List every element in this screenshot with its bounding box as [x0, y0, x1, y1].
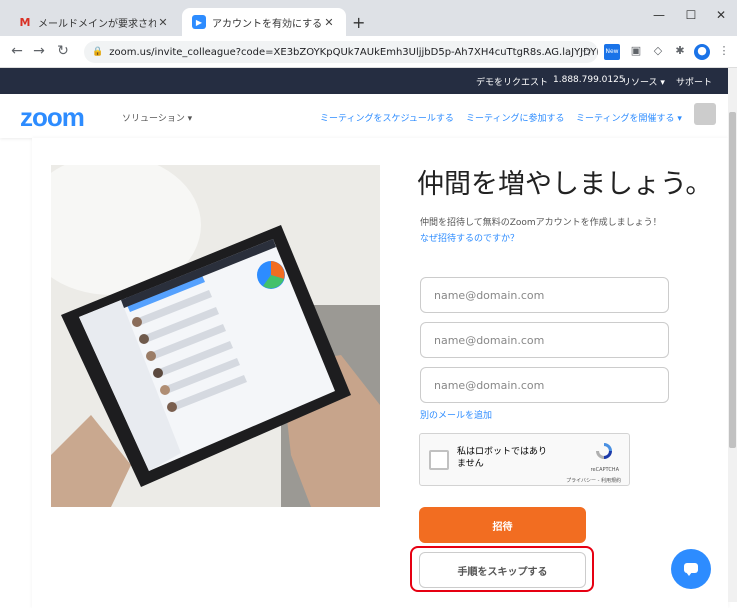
zoom-logo[interactable]: zoom [20, 102, 85, 133]
browser-tab-strip: M メールドメインが要求されました - ✕ ▶ アカウントを有効にする - Zo… [0, 0, 737, 36]
recaptcha-widget: 私はロボットではありません reCAPTCHA プライバシー - 利用規約 [419, 433, 630, 486]
page-scrollbar[interactable] [728, 68, 737, 602]
request-demo-link[interactable]: デモをリクエスト [476, 75, 548, 88]
close-icon[interactable]: ✕ [156, 16, 170, 29]
host-meeting-menu[interactable]: ミーティングを開催する ▾ [576, 111, 682, 124]
tab-zoom[interactable]: ▶ アカウントを有効にする - Zoom ✕ [182, 8, 346, 36]
maximize-icon[interactable]: ☐ [676, 8, 706, 22]
extension-icon[interactable]: ◇ [650, 44, 666, 60]
lock-icon: 🔒 [92, 47, 104, 57]
reload-icon[interactable]: ↻ [54, 43, 72, 59]
zoom-top-bar: デモをリクエスト 1.888.799.0125 リソース ▾ サポート [0, 68, 728, 94]
resources-menu[interactable]: リソース ▾ [622, 75, 665, 88]
scrollbar-thumb[interactable] [729, 112, 736, 448]
skip-step-button[interactable]: 手順をスキップする [419, 552, 586, 588]
minimize-icon[interactable]: — [644, 8, 674, 22]
email-field-2[interactable]: name@domain.com [420, 322, 669, 358]
new-tab-icon[interactable]: + [352, 13, 365, 32]
avatar[interactable] [694, 103, 716, 125]
email-field-3[interactable]: name@domain.com [420, 367, 669, 403]
zoom-icon: ▶ [192, 15, 206, 29]
chat-button[interactable] [671, 549, 711, 589]
close-icon[interactable]: ✕ [322, 16, 336, 29]
cast-icon[interactable]: ▣ [628, 44, 644, 60]
recaptcha-privacy[interactable]: プライバシー - 利用規約 [566, 477, 621, 484]
tab-gmail[interactable]: M メールドメインが要求されました - ✕ [8, 8, 180, 36]
why-invite-link[interactable]: なぜ招待するのですか？ [420, 231, 519, 244]
tab-title: メールドメインが要求されました - [38, 15, 156, 30]
recaptcha-label: 私はロボットではありません [457, 447, 548, 469]
recaptcha-checkbox[interactable] [429, 450, 449, 470]
page-title: 仲間を増やしましょう。 [417, 169, 713, 200]
window-close-icon[interactable]: ✕ [706, 8, 736, 22]
bookmark-star-icon[interactable]: ☆ [581, 45, 592, 59]
new-extension-icon[interactable]: New [604, 44, 620, 60]
profile-icon[interactable]: ● [694, 44, 710, 60]
support-link[interactable]: サポート [676, 75, 712, 88]
schedule-meeting-link[interactable]: ミーティングをスケジュールする [320, 111, 454, 124]
recaptcha-brand: reCAPTCHA [590, 467, 619, 473]
address-bar[interactable]: 🔒 zoom.us/invite_colleague?code=XE3bZOYK… [84, 41, 598, 63]
solutions-menu[interactable]: ソリューション ▾ [122, 111, 192, 124]
gmail-icon: M [19, 15, 31, 29]
join-meeting-link[interactable]: ミーティングに参加する [466, 111, 564, 124]
hero-image [51, 165, 380, 507]
phone-number[interactable]: 1.888.799.0125 [553, 75, 625, 85]
zoom-nav: zoom ソリューション ▾ ミーティングをスケジュールする ミーティングに参加… [0, 94, 728, 138]
invite-button[interactable]: 招待 [419, 507, 586, 543]
url-text: zoom.us/invite_colleague?code=XE3bZOYKpQ… [109, 46, 598, 58]
puzzle-icon[interactable]: ✱ [672, 44, 688, 60]
browser-toolbar: ← → ↻ 🔒 zoom.us/invite_colleague?code=XE… [0, 36, 737, 68]
menu-icon[interactable]: ⋮ [716, 44, 732, 60]
add-email-link[interactable]: 別のメールを追加 [420, 408, 492, 421]
back-icon[interactable]: ← [8, 43, 26, 59]
forward-icon[interactable]: → [30, 43, 48, 59]
email-field-1[interactable]: name@domain.com [420, 277, 669, 313]
tab-title: アカウントを有効にする - Zoom [212, 18, 322, 30]
subtitle: 仲間を招待して無料のZoomアカウントを作成しましょう！ [420, 218, 662, 228]
recaptcha-icon [596, 443, 612, 459]
